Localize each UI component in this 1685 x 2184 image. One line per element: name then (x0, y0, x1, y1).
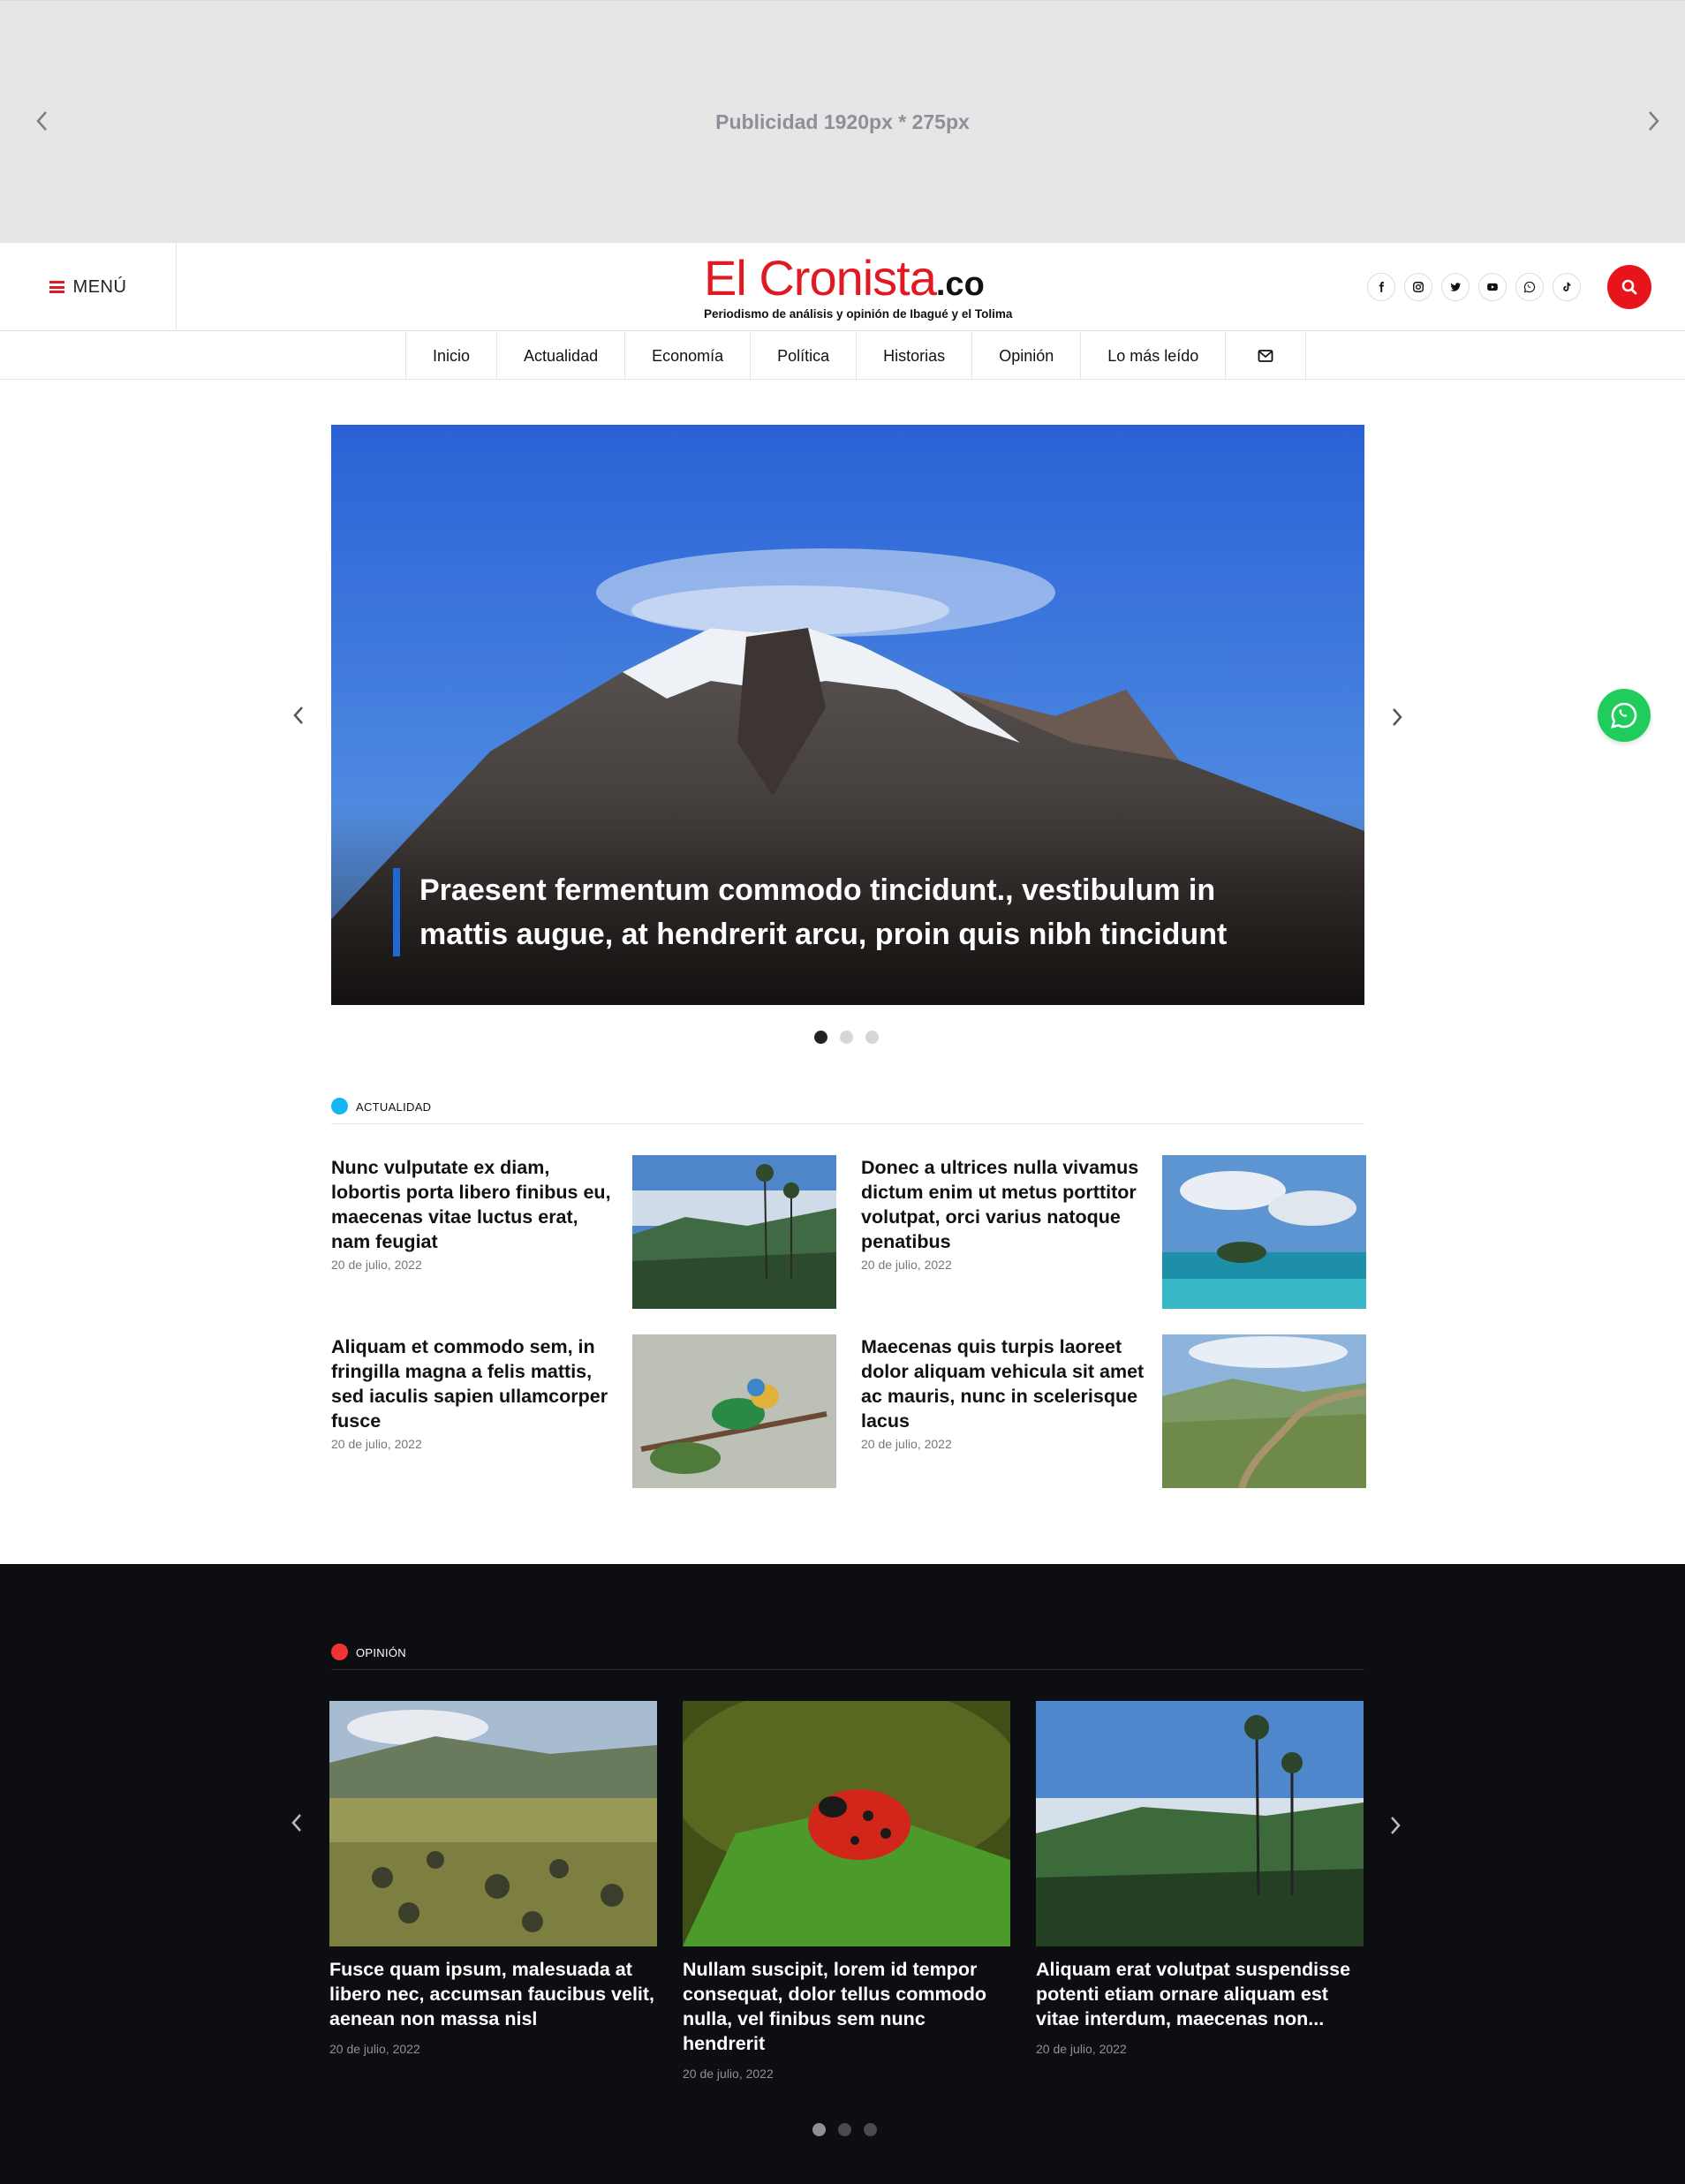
opinion-next-arrow-icon[interactable] (1382, 1808, 1409, 1843)
logo-tagline: Periodismo de análisis y opinión de Ibag… (704, 307, 1013, 321)
opinion-card-title[interactable]: Aliquam erat volutpat suspendisse potent… (1036, 1957, 1364, 2031)
opinion-section-header: OPINIÓN (331, 1644, 1364, 1670)
search-button[interactable] (1607, 265, 1651, 309)
hero-dot-1[interactable] (814, 1031, 827, 1044)
envelope-icon (1258, 350, 1273, 362)
article-thumbnail[interactable] (1162, 1334, 1366, 1488)
logo-name: El Cronista (704, 250, 937, 306)
actualidad-bullet (331, 1098, 348, 1115)
whatsapp-float-button[interactable] (1598, 689, 1651, 742)
hero-next-arrow-icon[interactable] (1384, 699, 1410, 735)
article-date: 20 de julio, 2022 (331, 1437, 422, 1451)
opinion-card-date: 20 de julio, 2022 (329, 2042, 420, 2056)
hamburger-icon (49, 281, 64, 293)
opinion-card-image[interactable] (329, 1701, 657, 1946)
whatsapp-icon[interactable] (1515, 273, 1544, 301)
list-item[interactable]: Donec a ultrices nulla vivamus dictum en… (861, 1155, 1366, 1309)
article-date: 20 de julio, 2022 (861, 1258, 952, 1272)
article-thumbnail[interactable] (1162, 1155, 1366, 1309)
opinion-card-date: 20 de julio, 2022 (683, 2067, 774, 2081)
article-thumbnail[interactable] (632, 1334, 836, 1488)
article-date: 20 de julio, 2022 (861, 1437, 952, 1451)
search-icon (1621, 279, 1637, 295)
list-item[interactable]: Aliquam et commodo sem, in fringilla mag… (331, 1334, 836, 1488)
hero-slide[interactable]: Praesent fermentum commodo tincidunt., v… (331, 425, 1364, 1005)
main-nav: Inicio Actualidad Economía Política Hist… (0, 332, 1685, 380)
menu-button[interactable]: MENÚ (0, 243, 177, 331)
site-header: MENÚ El Cronista.co Periodismo de anális… (0, 243, 1685, 331)
actualidad-label[interactable]: ACTUALIDAD (356, 1100, 431, 1114)
facebook-icon[interactable] (1367, 273, 1395, 301)
opinion-dot-3[interactable] (864, 2123, 877, 2136)
site-logo[interactable]: El Cronista.co Periodismo de análisis y … (704, 250, 1013, 321)
article-thumbnail[interactable] (632, 1155, 836, 1309)
article-title[interactable]: Aliquam et commodo sem, in fringilla mag… (331, 1334, 616, 1433)
opinion-card-date: 20 de julio, 2022 (1036, 2042, 1127, 2056)
list-item[interactable]: Nunc vulputate ex diam, lobortis porta l… (331, 1155, 836, 1309)
whatsapp-icon (1611, 702, 1637, 729)
opinion-section: OPINIÓN Fusce quam ipsum, malesuada at l… (0, 1564, 1685, 2184)
nav-item-inicio[interactable]: Inicio (406, 332, 498, 380)
opinion-card[interactable]: Aliquam erat volutpat suspendisse potent… (1036, 1701, 1364, 2056)
opinion-card[interactable]: Fusce quam ipsum, malesuada at libero ne… (329, 1701, 657, 2056)
youtube-icon[interactable] (1478, 273, 1507, 301)
ad-next-arrow-icon[interactable] (1637, 105, 1669, 137)
twitter-icon[interactable] (1441, 273, 1470, 301)
nav-item-mas-leido[interactable]: Lo más leído (1081, 332, 1227, 380)
opinion-card[interactable]: Nullam suscipit, lorem id tempor consequ… (683, 1701, 1010, 2081)
opinion-bullet (331, 1644, 348, 1660)
instagram-icon[interactable] (1404, 273, 1432, 301)
hero-dot-3[interactable] (865, 1031, 879, 1044)
tiktok-icon[interactable] (1553, 273, 1581, 301)
logo-tld: .co (935, 266, 985, 303)
nav-item-economia[interactable]: Economía (625, 332, 752, 380)
opinion-card-title[interactable]: Nullam suscipit, lorem id tempor consequ… (683, 1957, 1010, 2056)
article-title[interactable]: Nunc vulputate ex diam, lobortis porta l… (331, 1155, 616, 1254)
hero-pagination (814, 1031, 879, 1044)
nav-item-politica[interactable]: Política (751, 332, 858, 380)
nav-item-contact[interactable] (1226, 332, 1307, 380)
opinion-label[interactable]: OPINIÓN (356, 1646, 406, 1659)
article-title[interactable]: Maecenas quis turpis laoreet dolor aliqu… (861, 1334, 1145, 1433)
opinion-dot-2[interactable] (838, 2123, 851, 2136)
opinion-dot-1[interactable] (812, 2123, 826, 2136)
ad-banner-text: Publicidad 1920px * 275px (715, 110, 970, 133)
article-date: 20 de julio, 2022 (331, 1258, 422, 1272)
opinion-card-image[interactable] (683, 1701, 1010, 1946)
ad-banner[interactable]: Publicidad 1920px * 275px (0, 0, 1685, 243)
opinion-pagination (812, 2123, 877, 2136)
opinion-card-title[interactable]: Fusce quam ipsum, malesuada at libero ne… (329, 1957, 657, 2031)
social-links (1367, 273, 1581, 301)
actualidad-section-header: ACTUALIDAD (331, 1098, 1364, 1124)
hero-caption[interactable]: Praesent fermentum commodo tincidunt., v… (393, 868, 1258, 956)
hero-title[interactable]: Praesent fermentum commodo tincidunt., v… (419, 868, 1258, 956)
menu-label: MENÚ (72, 276, 127, 297)
nav-item-historias[interactable]: Historias (857, 332, 973, 380)
hero-prev-arrow-icon[interactable] (285, 698, 312, 733)
article-title[interactable]: Donec a ultrices nulla vivamus dictum en… (861, 1155, 1145, 1254)
opinion-card-image[interactable] (1036, 1701, 1364, 1946)
hero-dot-2[interactable] (840, 1031, 853, 1044)
list-item[interactable]: Maecenas quis turpis laoreet dolor aliqu… (861, 1334, 1366, 1488)
opinion-prev-arrow-icon[interactable] (283, 1805, 310, 1840)
nav-item-actualidad[interactable]: Actualidad (497, 332, 626, 380)
nav-item-opinion[interactable]: Opinión (972, 332, 1082, 380)
